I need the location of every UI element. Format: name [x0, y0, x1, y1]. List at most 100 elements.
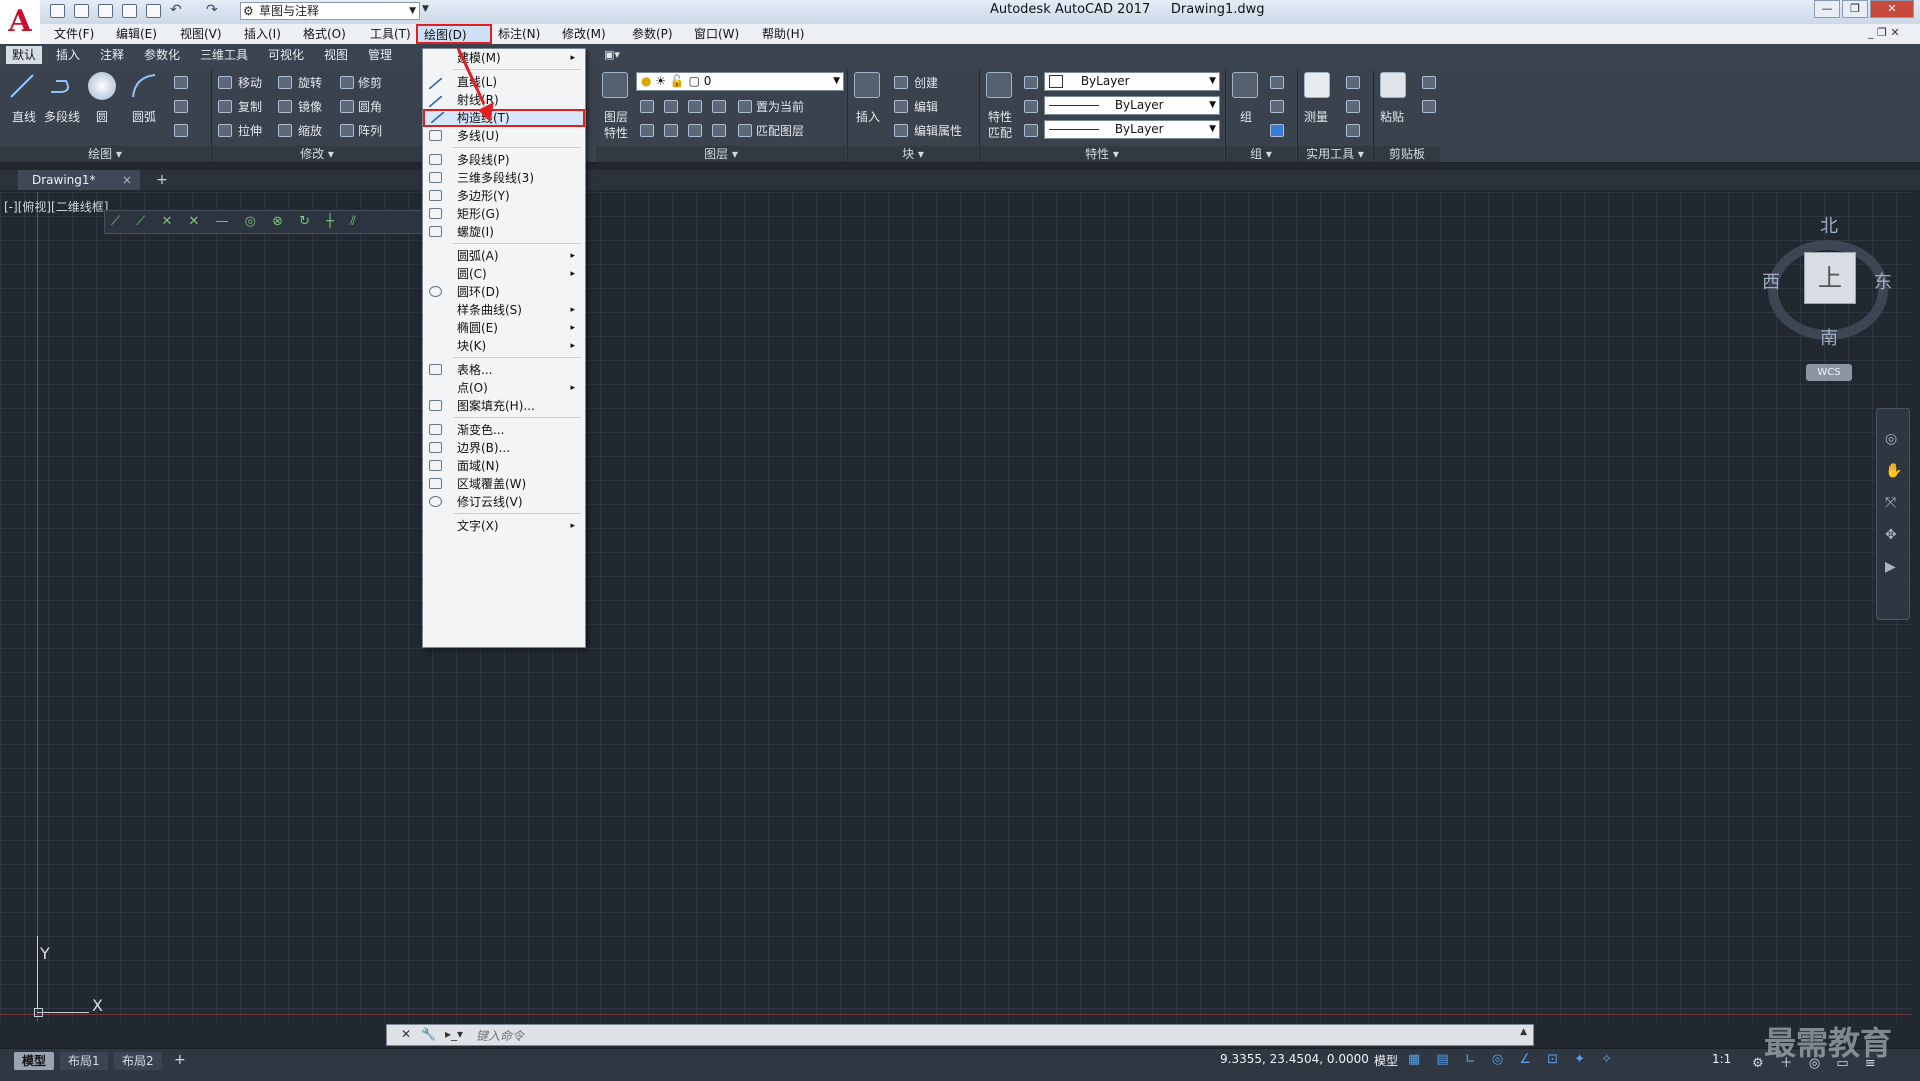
- hatch-tool-icon[interactable]: [174, 100, 188, 113]
- rotate-button[interactable]: 旋转: [298, 74, 322, 91]
- menu-window[interactable]: 窗口(W): [688, 24, 745, 44]
- drawing-canvas[interactable]: [0, 192, 1912, 1022]
- layer-tool-icon[interactable]: [664, 124, 678, 137]
- group-icon[interactable]: [1232, 72, 1258, 98]
- annotation-scale[interactable]: 1:1: [1712, 1052, 1731, 1066]
- layer-tool-icon[interactable]: [640, 100, 654, 113]
- match-properties-icon[interactable]: [986, 72, 1012, 98]
- open-file-icon[interactable]: [74, 4, 89, 18]
- menu-modify[interactable]: 修改(M): [556, 24, 612, 44]
- command-prompt-icon[interactable]: ▸_▾: [445, 1027, 463, 1041]
- nav-tool-icons[interactable]: ◎ ✋ ⤧ ✥ ▶: [1885, 423, 1902, 583]
- wrench-icon[interactable]: 🔧: [421, 1027, 436, 1041]
- coordinate-readout[interactable]: 9.3355, 23.4504, 0.0000: [1220, 1052, 1369, 1066]
- edit-block-button[interactable]: 编辑: [914, 98, 938, 115]
- navigation-bar[interactable]: ◎ ✋ ⤧ ✥ ▶: [1876, 408, 1910, 620]
- menu-dimension[interactable]: 标注(N): [492, 24, 546, 44]
- layer-properties-icon[interactable]: [602, 72, 628, 98]
- close-icon[interactable]: ×: [122, 170, 132, 190]
- block-panel-title[interactable]: 块 ▾: [848, 146, 978, 162]
- layer-tool-icon[interactable]: [712, 124, 726, 137]
- viewport-controls[interactable]: [-][俯视][二维线框]: [4, 198, 108, 215]
- circle-tool-label[interactable]: 圆: [96, 108, 108, 125]
- properties-panel-title[interactable]: 特性 ▾: [980, 146, 1224, 162]
- menu-file[interactable]: 文件(F): [48, 24, 100, 44]
- new-tab-button[interactable]: +: [150, 170, 174, 190]
- menu-item-multiline[interactable]: 多线(U): [423, 127, 585, 145]
- snap-icons[interactable]: ⟋ ⟋ ✕ ✕ — ◎ ⊗ ↻ ┼ ⫽: [111, 214, 362, 229]
- insert-block-label[interactable]: 插入: [856, 108, 880, 125]
- array-button[interactable]: 阵列: [358, 122, 382, 139]
- document-tab-drawing1[interactable]: Drawing1* ×: [18, 170, 140, 190]
- menu-item-revision-cloud[interactable]: 修订云线(V): [423, 493, 585, 511]
- menu-item-boundary[interactable]: 边界(B)...: [423, 439, 585, 457]
- layout-tab-2[interactable]: 布局2: [114, 1052, 162, 1070]
- model-space-toggle[interactable]: 模型: [1374, 1052, 1398, 1069]
- menu-draw[interactable]: 绘图(D): [416, 24, 492, 44]
- menu-item-circle[interactable]: 圆(C) ▸: [423, 265, 585, 283]
- menu-item-rectangle[interactable]: 矩形(G): [423, 205, 585, 223]
- stretch-button[interactable]: 拉伸: [238, 122, 262, 139]
- mirror-button[interactable]: 镜像: [298, 98, 322, 115]
- save-as-icon[interactable]: [122, 4, 137, 18]
- ribbon-tab-home[interactable]: 默认: [6, 46, 43, 64]
- wcs-menu[interactable]: WCS: [1806, 364, 1852, 381]
- menu-format[interactable]: 格式(O): [297, 24, 352, 44]
- menu-item-hatch[interactable]: 图案填充(H)...: [423, 397, 585, 415]
- clipboard-panel-title[interactable]: 剪贴板: [1374, 146, 1440, 162]
- group-select-icon[interactable]: [1270, 124, 1284, 137]
- status-toggle-icons[interactable]: ▦ ▤ ∟ ◎ ∠ ⊡ ✦ ✧: [1408, 1052, 1618, 1067]
- layer-tool-icon[interactable]: [664, 100, 678, 113]
- redo-icon[interactable]: ↷: [206, 2, 218, 18]
- menu-item-spline[interactable]: 样条曲线(S) ▸: [423, 301, 585, 319]
- workspace-selector[interactable]: ⚙ 草图与注释 ▼: [240, 2, 420, 20]
- layers-panel-title[interactable]: 图层 ▾: [596, 146, 846, 162]
- layer-tool-icon[interactable]: [712, 100, 726, 113]
- line-tool-icon[interactable]: [8, 72, 34, 98]
- lineweight-dropdown[interactable]: ByLayer ▼: [1044, 120, 1220, 139]
- viewcube-top-face[interactable]: 上: [1804, 252, 1856, 304]
- table-tool-icon[interactable]: [174, 124, 188, 137]
- layer-tool-icon[interactable]: [688, 100, 702, 113]
- new-file-icon[interactable]: [50, 4, 65, 18]
- trim-button[interactable]: 修剪: [358, 74, 382, 91]
- menu-item-ellipse[interactable]: 椭圆(E) ▸: [423, 319, 585, 337]
- match-properties-label-2[interactable]: 匹配: [988, 124, 1012, 141]
- menu-item-arc[interactable]: 圆弧(A) ▸: [423, 247, 585, 265]
- modify-panel-title[interactable]: 修改 ▾: [212, 146, 422, 162]
- command-input[interactable]: [474, 1027, 1078, 1045]
- close-icon[interactable]: ✕: [401, 1027, 411, 1041]
- menu-insert[interactable]: 插入(I): [238, 24, 287, 44]
- layer-tool-icon[interactable]: [640, 124, 654, 137]
- rectangle-tool-icon[interactable]: [174, 76, 188, 89]
- minimize-button[interactable]: —: [1814, 0, 1840, 18]
- menu-tools[interactable]: 工具(T): [364, 24, 417, 44]
- menu-item-helix[interactable]: 螺旋(I): [423, 223, 585, 241]
- layer-tool-icon[interactable]: [688, 124, 702, 137]
- cut-icon[interactable]: [1422, 76, 1436, 89]
- draw-panel-title[interactable]: 绘图 ▾: [0, 146, 210, 162]
- menu-parametric[interactable]: 参数(P): [626, 24, 679, 44]
- add-layout-button[interactable]: +: [174, 1052, 186, 1068]
- menu-item-donut[interactable]: 圆环(D): [423, 283, 585, 301]
- measure-icon[interactable]: [1304, 72, 1330, 98]
- color-wheel-icon[interactable]: [1024, 76, 1038, 89]
- compass-south[interactable]: 南: [1820, 324, 1838, 350]
- object-snap-toolbar[interactable]: ⟋ ⟋ ✕ ✕ — ◎ ⊗ ↻ ┼ ⫽: [104, 210, 434, 234]
- measure-button-label[interactable]: 测量: [1304, 108, 1328, 125]
- set-current-button[interactable]: 置为当前: [756, 98, 804, 115]
- lineweight-icon[interactable]: [1024, 124, 1038, 137]
- paste-button-label[interactable]: 粘贴: [1380, 108, 1404, 125]
- compass-east[interactable]: 东: [1874, 268, 1892, 294]
- utility-tool-icon[interactable]: [1346, 100, 1360, 113]
- close-window-button[interactable]: ✕: [1870, 0, 1914, 18]
- layout-tab-1[interactable]: 布局1: [60, 1052, 108, 1070]
- edit-attributes-button[interactable]: 编辑属性: [914, 122, 962, 139]
- menu-item-text[interactable]: 文字(X) ▸: [423, 517, 585, 535]
- circle-tool-icon[interactable]: [88, 72, 116, 100]
- print-icon[interactable]: [146, 4, 161, 18]
- line-tool-label[interactable]: 直线: [12, 108, 36, 125]
- ribbon-tab-manage[interactable]: 管理: [362, 46, 398, 64]
- color-dropdown[interactable]: ByLayer ▼: [1044, 72, 1220, 91]
- insert-block-icon[interactable]: [854, 72, 880, 98]
